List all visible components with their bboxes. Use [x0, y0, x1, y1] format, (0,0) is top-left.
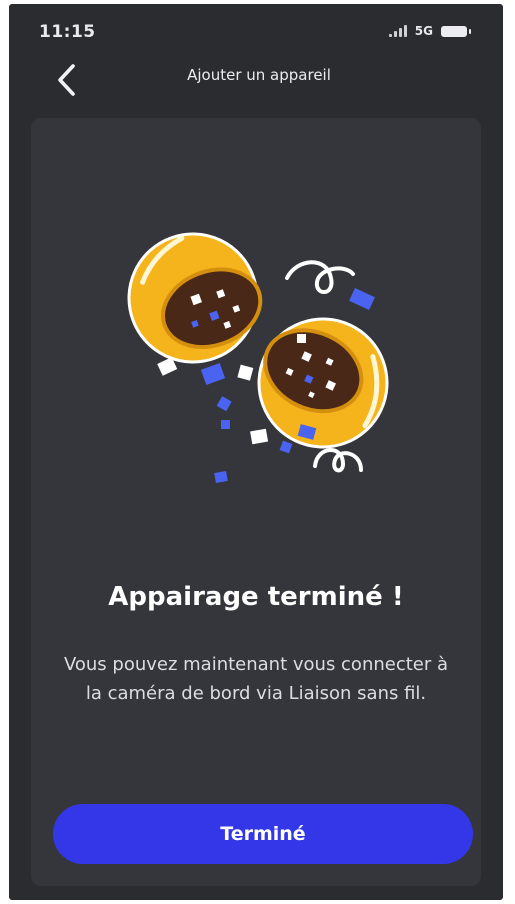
nav-bar: Ajouter un appareil — [9, 52, 503, 108]
headline: Appairage terminé ! — [108, 582, 404, 612]
content-card: Appairage terminé ! Vous pouvez maintena… — [31, 118, 481, 886]
battery-icon — [441, 25, 471, 37]
status-time: 11:15 — [39, 22, 96, 42]
page-title: Ajouter un appareil — [187, 66, 331, 84]
network-label: 5G — [414, 24, 433, 38]
signal-icon — [388, 25, 407, 37]
description-text: Vous pouvez maintenant vous connecter à … — [63, 654, 449, 704]
status-bar: 11:15 5G — [9, 4, 503, 52]
right-capsule-half — [257, 317, 389, 449]
done-button[interactable]: Terminé — [53, 804, 473, 864]
confetti-capsule-illustration — [127, 232, 389, 483]
status-indicators: 5G — [388, 24, 471, 38]
left-capsule-half — [127, 232, 263, 364]
phone-screen: 11:15 5G Ajouter un appareil Appairage t… — [9, 4, 503, 900]
